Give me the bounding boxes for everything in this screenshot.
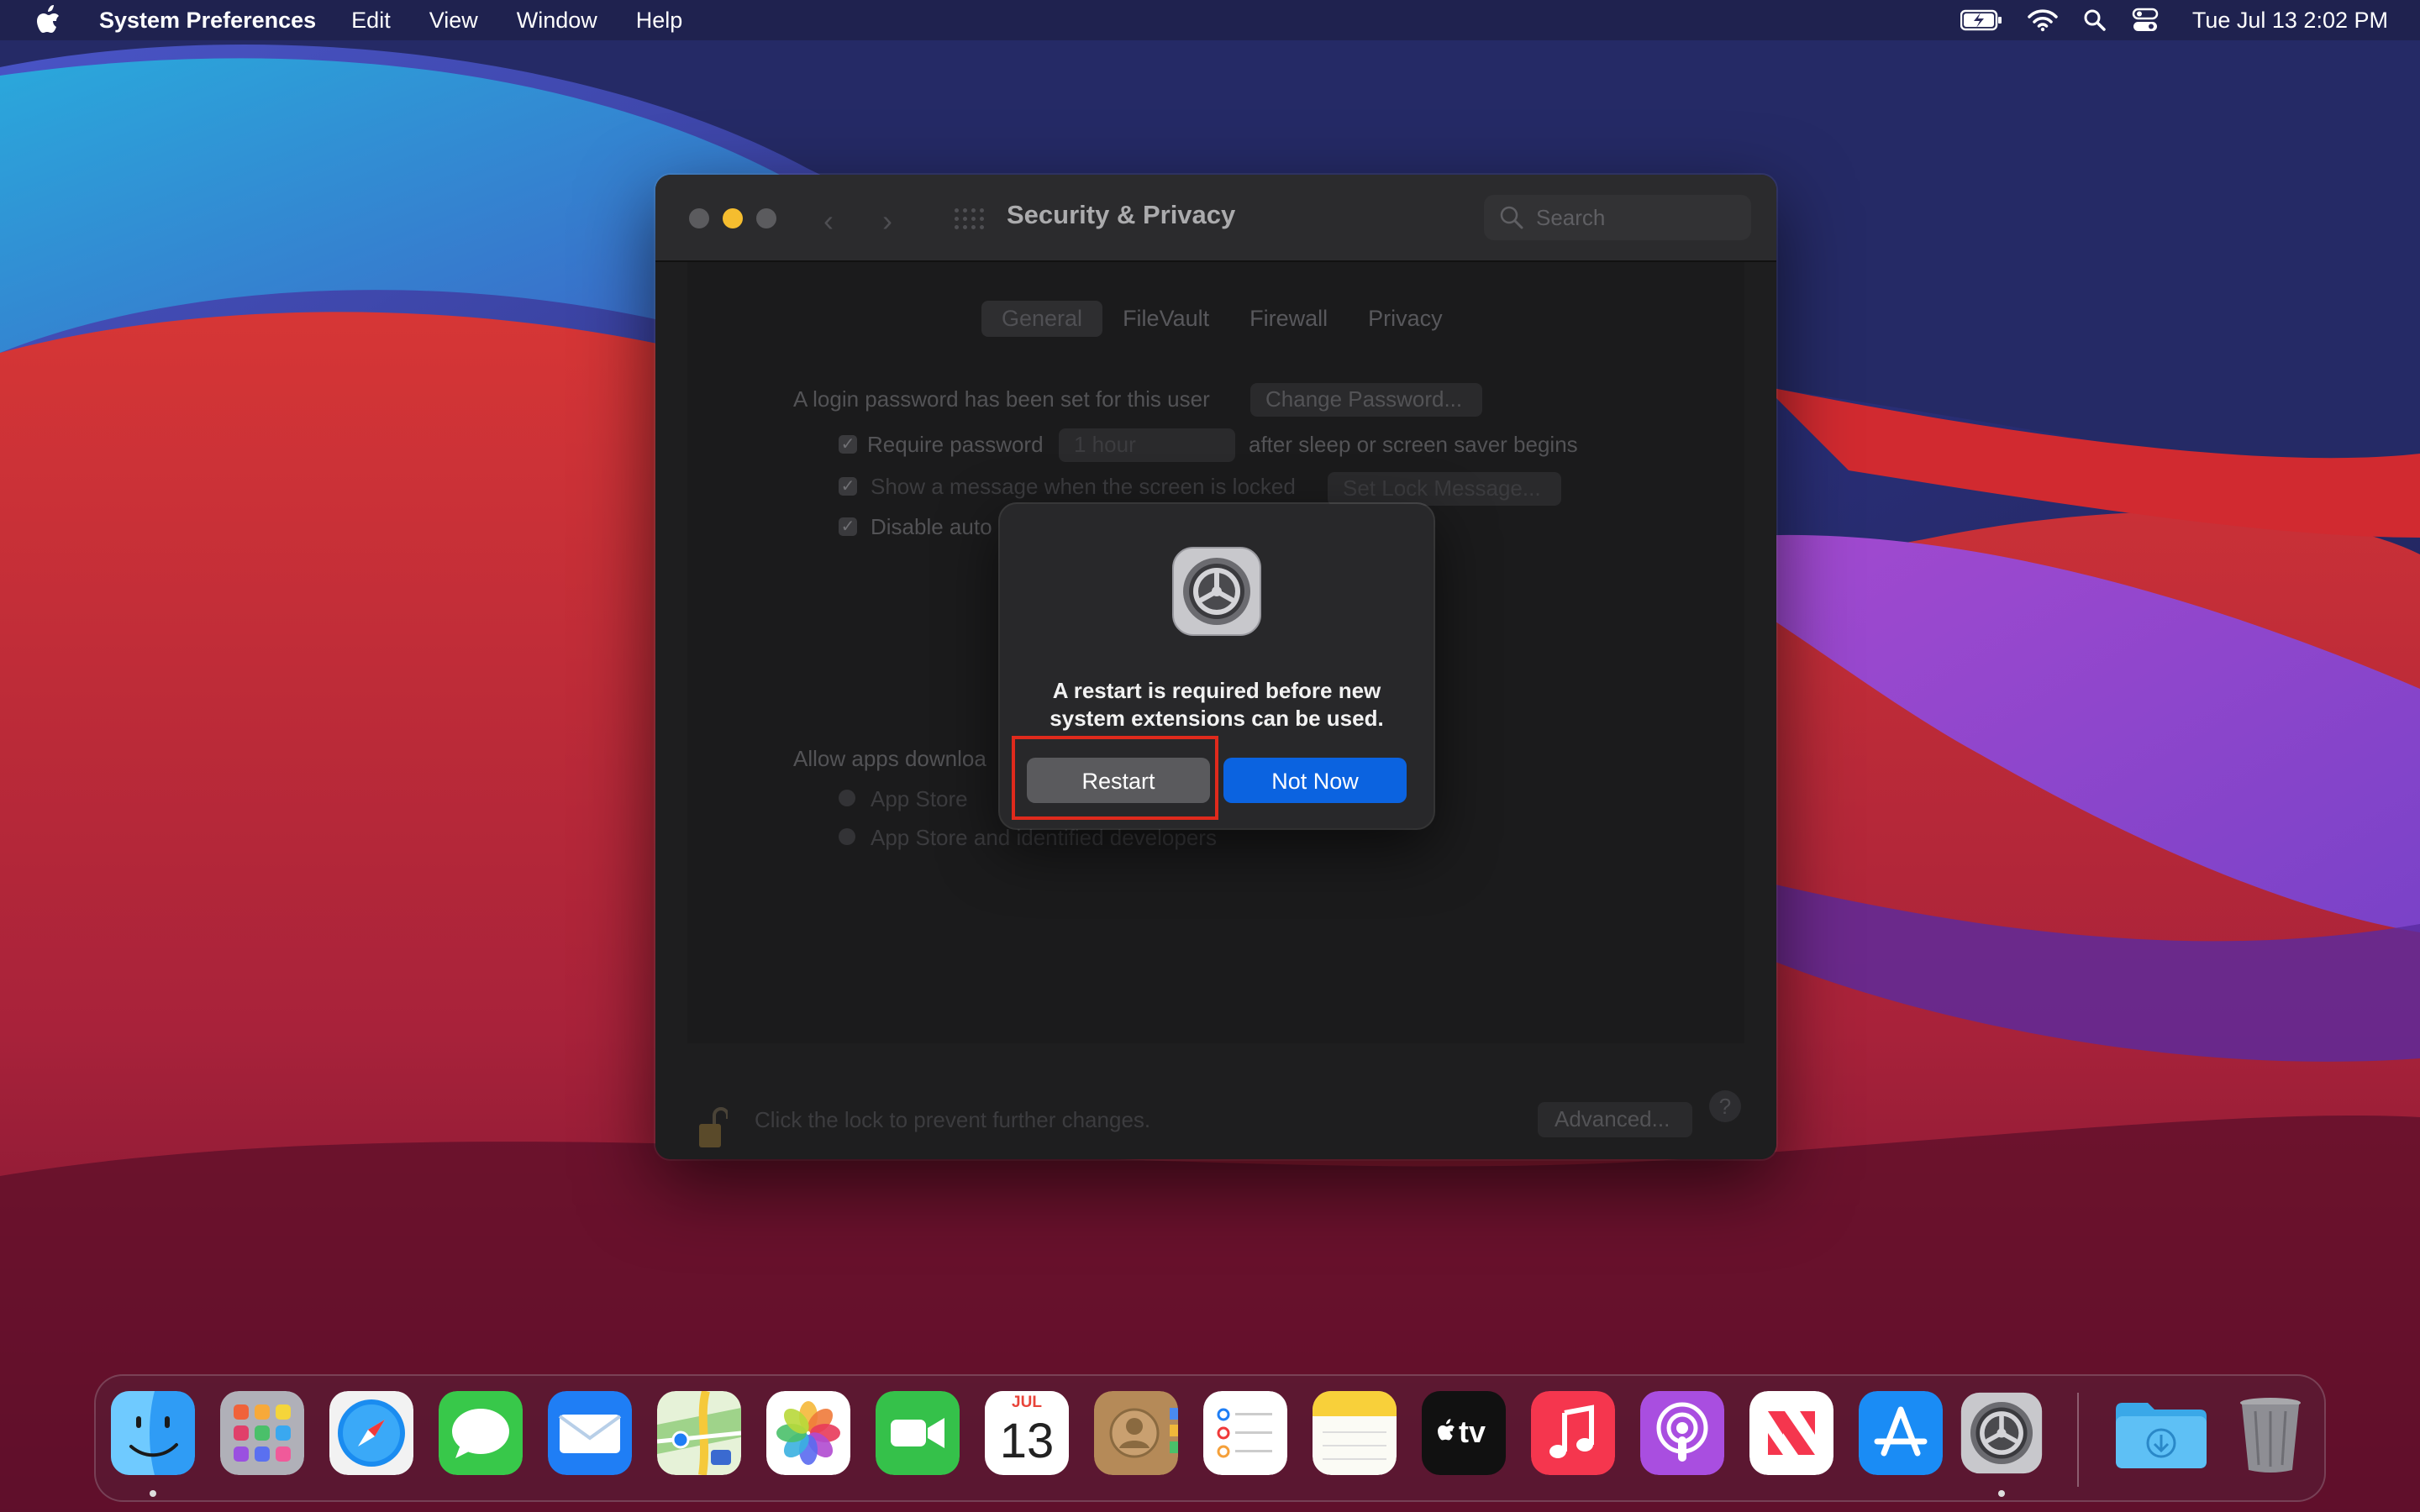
finder-icon[interactable]	[111, 1391, 195, 1475]
tab-general[interactable]: General	[981, 301, 1103, 337]
menu-edit[interactable]: Edit	[351, 8, 391, 34]
forward-chevron-icon[interactable]: ›	[882, 203, 892, 239]
alert-message: A restart is required before new system …	[1017, 677, 1417, 732]
news-icon[interactable]	[1749, 1391, 1833, 1475]
radio-app-store-developers[interactable]	[839, 828, 855, 845]
tab-bar: General FileVault Firewall Privacy	[981, 301, 1463, 337]
finder-running-dot	[150, 1490, 156, 1497]
tab-filevault[interactable]: FileVault	[1102, 301, 1229, 337]
show-message-label: Show a message when the screen is locked	[871, 474, 1296, 499]
lock-icon[interactable]	[697, 1105, 728, 1149]
tab-privacy[interactable]: Privacy	[1348, 301, 1463, 337]
apple-tv-icon[interactable]: tv	[1422, 1391, 1506, 1475]
not-now-button[interactable]: Not Now	[1223, 758, 1407, 803]
wifi-icon[interactable]	[2028, 8, 2058, 32]
trash-icon[interactable]	[2228, 1391, 2312, 1475]
close-button[interactable]	[689, 208, 709, 228]
podcasts-icon[interactable]	[1640, 1391, 1724, 1475]
system-preferences-icon[interactable]	[1960, 1391, 2044, 1475]
back-chevron-icon[interactable]: ‹	[823, 203, 834, 239]
battery-icon[interactable]	[1960, 9, 2002, 31]
advanced-label: Advanced...	[1555, 1106, 1670, 1131]
change-password-label: Change Password...	[1265, 386, 1463, 412]
require-password-checkbox[interactable]: ✓	[839, 435, 857, 454]
dock-separator	[2077, 1393, 2079, 1487]
apple-menu-icon[interactable]	[34, 4, 62, 36]
tab-firewall[interactable]: Firewall	[1229, 301, 1348, 337]
menu-help[interactable]: Help	[636, 8, 683, 34]
help-button[interactable]: ?	[1709, 1090, 1741, 1122]
music-icon[interactable]	[1531, 1391, 1615, 1475]
menu-bar: System Preferences Edit View Window Help…	[0, 0, 2420, 40]
downloads-folder-icon[interactable]	[2111, 1391, 2212, 1475]
radio-app-store-developers-label: App Store and identified developers	[871, 825, 1217, 850]
set-lock-message-label: Set Lock Message...	[1343, 475, 1541, 501]
messages-icon[interactable]	[439, 1391, 523, 1475]
window-bottom-bar: Click the lock to prevent further change…	[655, 1043, 1776, 1159]
alert-message-line2: system extensions can be used.	[1050, 706, 1384, 731]
calendar-icon[interactable]: JUL 13	[985, 1391, 1069, 1475]
show-all-grid-icon[interactable]	[955, 208, 984, 229]
require-password-value: 1 hour	[1074, 432, 1136, 457]
radio-app-store[interactable]	[839, 790, 855, 806]
require-password-label: Require password	[867, 432, 1044, 457]
set-lock-message-button[interactable]: Set Lock Message...	[1328, 472, 1561, 506]
apple-tv-label: tv	[1459, 1415, 1486, 1449]
menu-app-name[interactable]: System Preferences	[99, 8, 316, 34]
minimize-button[interactable]	[723, 208, 743, 228]
menu-view[interactable]: View	[429, 8, 478, 34]
search-placeholder: Search	[1536, 204, 1606, 230]
safari-icon[interactable]	[329, 1391, 413, 1475]
window-titlebar: ‹ › Security & Privacy Search	[655, 175, 1776, 262]
system-preferences-gear-icon	[1172, 547, 1261, 636]
control-center-icon[interactable]	[2132, 8, 2159, 33]
menu-window[interactable]: Window	[517, 8, 597, 34]
disable-auto-label: Disable auto	[871, 514, 992, 539]
notes-icon[interactable]	[1313, 1391, 1397, 1475]
advanced-button[interactable]: Advanced...	[1538, 1102, 1692, 1137]
dock: JUL 13 tv	[94, 1374, 2326, 1502]
zoom-button[interactable]	[756, 208, 776, 228]
window-title: Security & Privacy	[1007, 200, 1236, 229]
photos-icon[interactable]	[766, 1391, 850, 1475]
allow-apps-label: Allow apps downloa	[793, 746, 986, 771]
radio-app-store-label: App Store	[871, 786, 968, 811]
mail-icon[interactable]	[548, 1391, 632, 1475]
login-password-text: A login password has been set for this u…	[793, 386, 1210, 412]
show-message-checkbox[interactable]: ✓	[839, 477, 857, 496]
disable-auto-checkbox[interactable]: ✓	[839, 517, 857, 536]
menu-clock[interactable]: Tue Jul 13 2:02 PM	[2192, 8, 2388, 34]
restart-button-highlight-box	[1012, 736, 1218, 820]
alert-message-line1: A restart is required before new	[1052, 678, 1381, 703]
app-store-icon[interactable]	[1859, 1391, 1943, 1475]
lock-text: Click the lock to prevent further change…	[755, 1107, 1151, 1132]
require-password-popup[interactable]: 1 hour	[1059, 428, 1235, 462]
change-password-button[interactable]: Change Password...	[1250, 383, 1482, 417]
calendar-day: 13	[999, 1414, 1055, 1468]
facetime-icon[interactable]	[876, 1391, 960, 1475]
reminders-icon[interactable]	[1203, 1391, 1287, 1475]
maps-icon[interactable]	[657, 1391, 741, 1475]
contacts-icon[interactable]	[1094, 1391, 1178, 1475]
search-field[interactable]: Search	[1484, 195, 1751, 240]
launchpad-icon[interactable]	[220, 1391, 304, 1475]
spotlight-search-icon[interactable]	[2083, 8, 2107, 32]
require-password-suffix: after sleep or screen saver begins	[1249, 432, 1578, 457]
search-icon	[1500, 206, 1523, 229]
system-preferences-running-dot	[1998, 1490, 2005, 1497]
